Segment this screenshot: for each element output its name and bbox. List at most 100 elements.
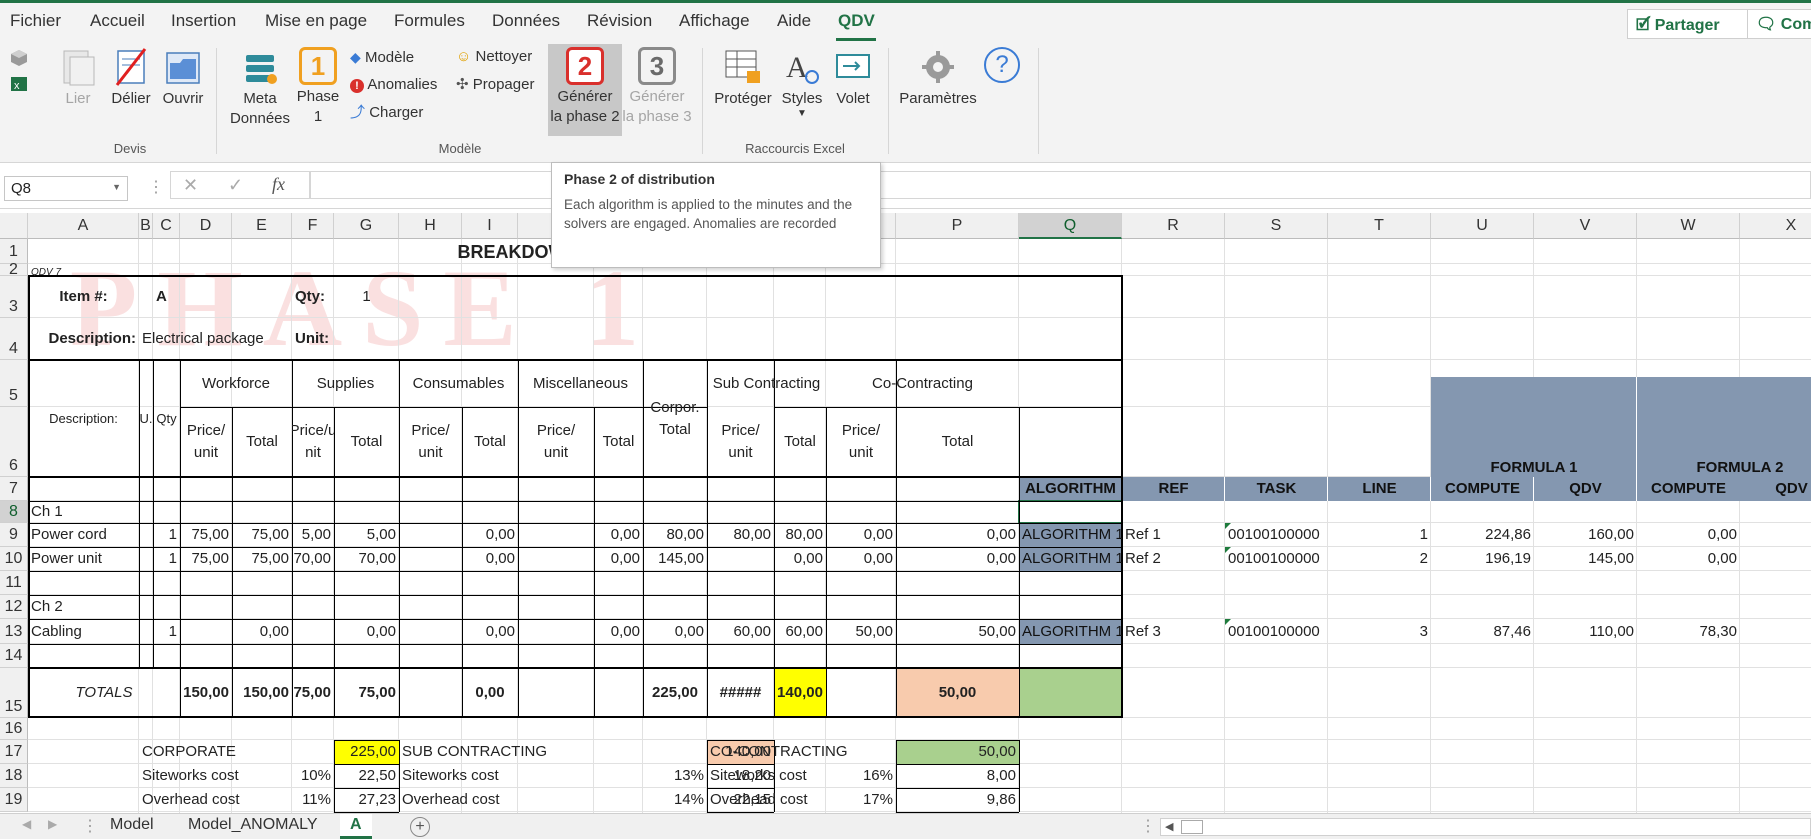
column-header-q[interactable]: Q [1019, 213, 1122, 239]
line-f2-compute[interactable]: 0,00 [1637, 523, 1740, 547]
summary-corporate-value[interactable]: 225,00 [334, 740, 399, 764]
total-corp[interactable]: 225,00 [643, 668, 707, 718]
line-wf-total[interactable]: 75,00 [232, 547, 292, 571]
menu-insertion[interactable]: Insertion [171, 11, 236, 31]
side-header-ref[interactable]: REF [1122, 477, 1225, 501]
tab-a[interactable]: A [340, 814, 372, 839]
side-header-qdv[interactable]: QDV [1534, 477, 1637, 501]
ouvrir-button[interactable]: Ouvrir [160, 47, 206, 109]
line-description[interactable] [28, 571, 139, 595]
line-wf-price[interactable] [180, 619, 232, 644]
summary-cocontracting-overhead-pct[interactable]: 17% [826, 788, 896, 812]
qty-value[interactable]: 1 [334, 276, 399, 318]
line-mi-total[interactable]: 0,00 [594, 523, 643, 547]
header-miscellaneous[interactable]: Miscellaneous [518, 360, 643, 407]
column-header-p[interactable]: P [896, 213, 1019, 239]
row-header-15[interactable]: 15 [0, 668, 28, 718]
menu-accueil[interactable]: Accueil [90, 11, 145, 31]
styles-button[interactable]: A Styles ▼ [778, 47, 826, 119]
header-sc-total[interactable]: Total [774, 407, 826, 477]
total-su-t[interactable]: 75,00 [334, 668, 399, 718]
header-sub-contracting[interactable]: Sub Contracting [707, 360, 826, 407]
header-co-contracting[interactable]: Co-Contracting [826, 360, 1019, 407]
line-f1-compute[interactable]: 87,46 [1431, 619, 1534, 644]
line-f2-compute[interactable]: 0,00 [1637, 547, 1740, 571]
line-qty[interactable]: 1 [153, 619, 180, 644]
anomalies-button[interactable]: ! Anomalies [350, 75, 437, 95]
cube-icon[interactable] [10, 49, 28, 67]
summary-cocontracting-overhead-value[interactable]: 9,86 [896, 788, 1019, 812]
phase-1-button[interactable]: 1 Phase 1 [294, 47, 342, 127]
total-co-t[interactable]: 0,00 [462, 668, 518, 718]
add-sheet-icon[interactable]: + [410, 817, 430, 837]
line-task[interactable]: 00100100000 [1225, 547, 1328, 571]
line-sc-total[interactable]: 0,00 [774, 547, 826, 571]
side-header-line[interactable]: LINE [1328, 477, 1431, 501]
line-cc-total[interactable]: 50,00 [896, 619, 1019, 644]
lier-button[interactable]: Lier [58, 47, 98, 109]
line-wf-total[interactable]: 0,00 [232, 619, 292, 644]
header-co-total[interactable]: Total [462, 407, 518, 477]
side-header-task[interactable]: TASK [1225, 477, 1328, 501]
header-consumables[interactable]: Consumables [399, 360, 518, 407]
header-mi-price[interactable]: Price/unit [518, 407, 594, 477]
column-header-v[interactable]: V [1534, 213, 1637, 239]
column-header-g[interactable]: G [334, 213, 399, 239]
summary-subcontracting-overhead-pct[interactable]: 14% [643, 788, 707, 812]
line-task[interactable]: 00100100000 [1225, 619, 1328, 644]
help-button[interactable]: ? [980, 47, 1024, 85]
formula-1-header[interactable]: FORMULA 1 [1431, 407, 1637, 477]
line-number[interactable]: 2 [1328, 547, 1431, 571]
total-su-p[interactable]: 75,00 [292, 668, 334, 718]
column-header-h[interactable]: H [399, 213, 462, 239]
totals-label[interactable]: TOTALS [28, 668, 180, 718]
line-ref[interactable]: Ref 3 [1122, 619, 1225, 644]
row-header-18[interactable]: 18 [0, 764, 28, 788]
summary-subcontracting-label[interactable]: SUB CONTRACTING [399, 740, 707, 764]
column-header-b[interactable]: B [139, 213, 153, 239]
column-header-s[interactable]: S [1225, 213, 1328, 239]
row-header-7[interactable]: 7 [0, 477, 28, 501]
function-icon[interactable]: fx [272, 174, 285, 195]
line-sc-price[interactable] [707, 547, 774, 571]
line-co-total[interactable]: 0,00 [462, 619, 518, 644]
summary-subcontracting-siteworks-label[interactable]: Siteworks cost [399, 764, 643, 788]
line-corporate-total[interactable]: 145,00 [643, 547, 707, 571]
line-mi-total[interactable]: 0,00 [594, 619, 643, 644]
delier-button[interactable]: Délier [108, 47, 154, 109]
enter-icon[interactable]: ✓ [228, 175, 243, 196]
line-cc-total[interactable]: 0,00 [896, 547, 1019, 571]
line-cc-price[interactable]: 0,00 [826, 523, 896, 547]
line-co-total[interactable]: 0,00 [462, 547, 518, 571]
parametres-button[interactable]: Paramètres [898, 47, 978, 109]
line-corporate-total[interactable]: 80,00 [643, 523, 707, 547]
line-sc-total[interactable]: 80,00 [774, 523, 826, 547]
summary-corporate-label[interactable]: CORPORATE [139, 740, 334, 764]
summary-subcontracting-siteworks-pct[interactable]: 13% [643, 764, 707, 788]
total-sc-p[interactable]: ##### [707, 668, 774, 718]
header-workforce[interactable]: Workforce [180, 360, 292, 407]
line-f2-qdv[interactable]: 0 [1740, 547, 1811, 571]
header-cc-total[interactable]: Total [896, 407, 1019, 477]
header-su-total[interactable]: Total [334, 407, 399, 477]
summary-corporate-overhead-pct[interactable]: 11% [292, 788, 334, 812]
column-header-a[interactable]: A [28, 213, 139, 239]
line-algorithm[interactable]: ALGORITHM 1 [1019, 523, 1122, 547]
line-co-total[interactable]: 0,00 [462, 523, 518, 547]
unit-label[interactable]: Unit: [292, 318, 334, 360]
menu-revision[interactable]: Révision [587, 11, 652, 31]
row-header-8[interactable]: 8 [0, 501, 28, 523]
row-header-2[interactable]: 2 [0, 262, 28, 278]
scroll-left-icon[interactable]: ◀ [22, 817, 31, 831]
cancel-icon[interactable]: ✕ [183, 175, 198, 196]
header-u[interactable]: U. [139, 360, 153, 477]
select-all-corner[interactable] [0, 213, 28, 239]
summary-cocontracting-value[interactable]: 50,00 [896, 740, 1019, 764]
tab-model[interactable]: Model [100, 814, 164, 839]
line-f1-qdv[interactable]: 145,00 [1534, 547, 1637, 571]
total-wf-t[interactable]: 150,00 [232, 668, 292, 718]
propager-button[interactable]: ✣ Propager [456, 75, 534, 95]
worksheet[interactable]: PHASE 1ABCDEFGHIJKLMNOPQRSTUVWX123456789… [0, 213, 1811, 813]
total-cc-t[interactable]: 50,00 [896, 668, 1019, 718]
line-cc-price[interactable]: 0,00 [826, 547, 896, 571]
